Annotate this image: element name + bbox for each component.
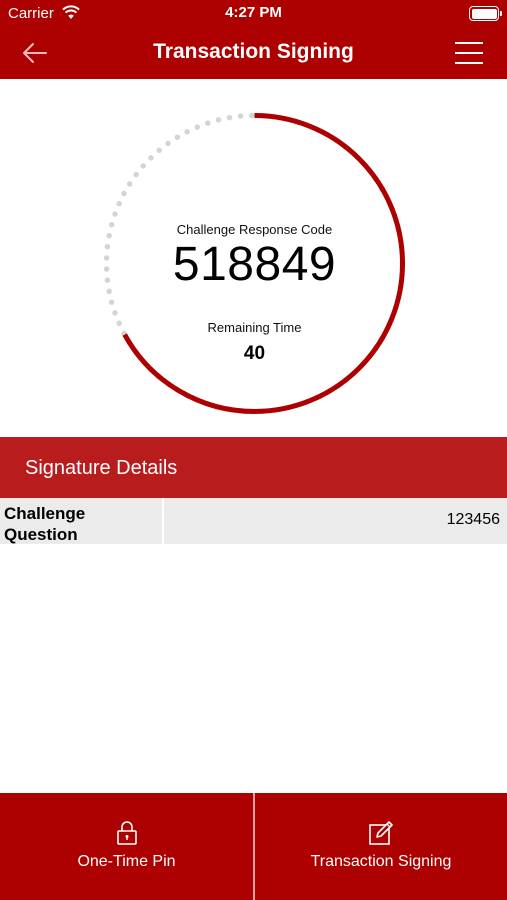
countdown-timer: Challenge Response Code 518849 Remaining…	[100, 109, 409, 418]
bottom-tab-bar: One-Time Pin Transaction Signing	[0, 793, 507, 900]
table-row: Challenge Question 123456	[0, 498, 507, 544]
remaining-time-value: 40	[243, 343, 266, 364]
signature-details-title: Signature Details	[25, 457, 178, 479]
screen: Carrier 4:27 PM Transaction Signing Chal…	[0, 0, 507, 900]
lock-icon	[116, 821, 137, 845]
app-header: Carrier 4:27 PM Transaction Signing	[0, 0, 507, 79]
row-divider	[162, 498, 164, 544]
back-arrow-icon[interactable]	[20, 40, 50, 66]
challenge-response-code: 518849	[172, 238, 337, 291]
status-bar: Carrier 4:27 PM	[0, 0, 507, 28]
challenge-question-value: 123456	[446, 511, 500, 528]
challenge-question-label: Challenge Question	[4, 504, 86, 544]
edit-pencil-icon	[369, 821, 393, 845]
tab-transaction-signing[interactable]: Transaction Signing	[255, 793, 507, 900]
hamburger-menu-icon[interactable]	[455, 42, 483, 64]
battery-icon	[469, 6, 502, 21]
tab-label: Transaction Signing	[310, 853, 452, 870]
tab-one-time-pin[interactable]: One-Time Pin	[0, 793, 253, 900]
tab-label: One-Time Pin	[77, 853, 176, 870]
code-label: Challenge Response Code	[176, 222, 333, 237]
page-title: Transaction Signing	[153, 40, 354, 63]
nav-bar: Transaction Signing	[0, 28, 507, 79]
signature-details-header: Signature Details	[0, 437, 507, 498]
remaining-time-label: Remaining Time	[207, 320, 302, 335]
status-time: 4:27 PM	[225, 4, 282, 21]
